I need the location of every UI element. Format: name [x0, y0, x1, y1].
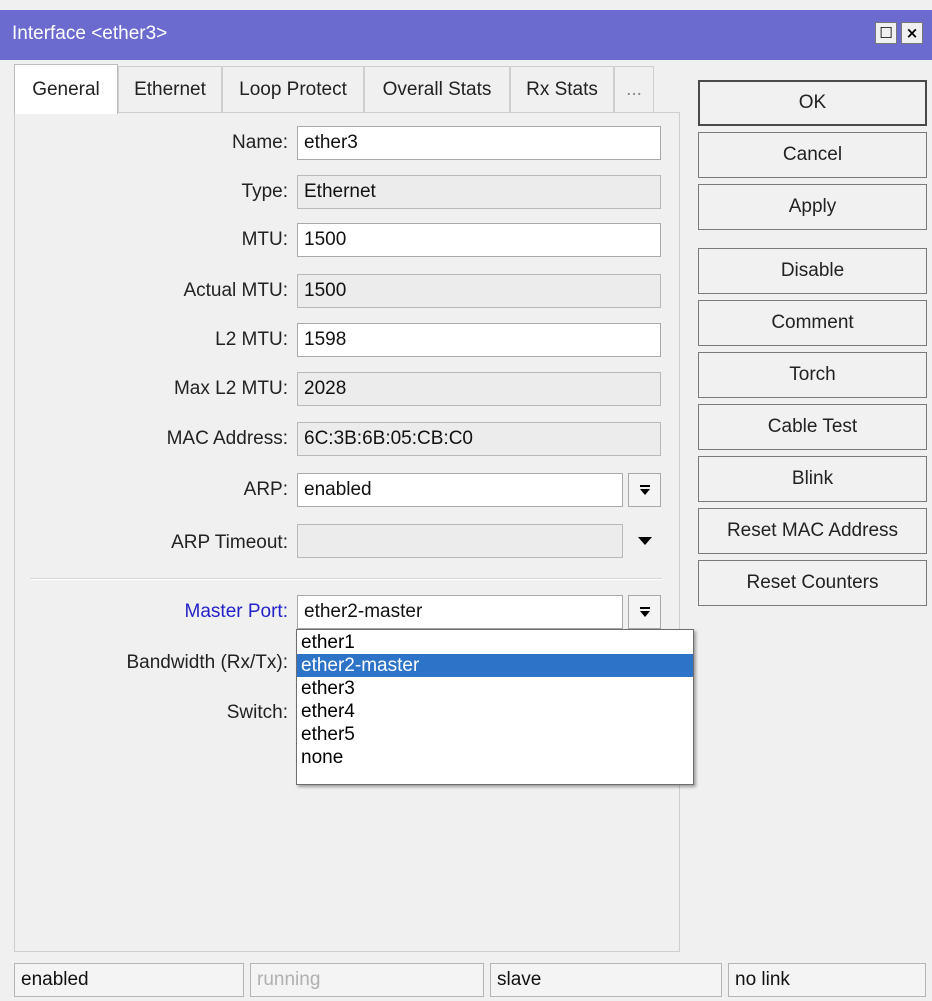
close-icon[interactable]: × — [901, 22, 923, 44]
actual-mtu-field: 1500 — [297, 274, 661, 308]
blink-button[interactable]: Blink — [698, 456, 927, 502]
arp-select[interactable]: enabled — [297, 473, 623, 507]
dropdown-option[interactable]: ether5 — [297, 723, 693, 746]
dropdown-option[interactable]: none — [297, 746, 693, 769]
max-l2-mtu-field: 2028 — [297, 372, 661, 406]
tab-ethernet[interactable]: Ethernet — [118, 66, 222, 112]
cable-test-button[interactable]: Cable Test — [698, 404, 927, 450]
comment-button[interactable]: Comment — [698, 300, 927, 346]
max-l2-mtu-label: Max L2 MTU: — [173, 378, 288, 399]
status-enabled: enabled — [14, 963, 244, 997]
actual-mtu-label: Actual MTU: — [183, 280, 288, 301]
mtu-label: MTU: — [241, 229, 288, 250]
section-divider — [30, 578, 662, 580]
tab-more[interactable]: ... — [614, 66, 654, 112]
triangle-down-icon — [637, 537, 652, 545]
master-port-label[interactable]: Master Port: — [10, 594, 288, 630]
status-running: running — [250, 963, 484, 997]
reset-counters-button[interactable]: Reset Counters — [698, 560, 927, 606]
mtu-field[interactable]: 1500 — [297, 223, 661, 257]
l2-mtu-field[interactable]: 1598 — [297, 323, 661, 357]
name-label: Name: — [232, 132, 288, 153]
status-slave: slave — [490, 963, 722, 997]
mac-address-field: 6C:3B:6B:05:CB:C0 — [297, 422, 661, 456]
reset-mac-address-button[interactable]: Reset MAC Address — [698, 508, 927, 554]
mac-address-label: MAC Address: — [166, 428, 288, 449]
type-field: Ethernet — [297, 175, 661, 209]
bandwidth-label: Bandwidth (Rx/Tx): — [126, 652, 288, 673]
switch-label: Switch: — [226, 702, 288, 723]
dropdown-option-selected[interactable]: ether2-master — [297, 654, 693, 677]
l2-mtu-label: L2 MTU: — [215, 329, 288, 350]
restore-icon[interactable]: ☐ — [875, 22, 897, 44]
dropdown-option[interactable]: ether3 — [297, 677, 693, 700]
disable-button[interactable]: Disable — [698, 248, 927, 294]
torch-button[interactable]: Torch — [698, 352, 927, 398]
tab-general[interactable]: General — [14, 64, 118, 114]
arp-timeout-field[interactable] — [297, 524, 623, 558]
title-bar: Interface <ether3> ☐ × — [0, 10, 932, 60]
arp-dropdown-button[interactable] — [628, 473, 661, 507]
dropdown-option[interactable]: ether4 — [297, 700, 693, 723]
window-title: Interface <ether3> — [12, 23, 168, 44]
tab-rx-stats[interactable]: Rx Stats — [510, 66, 614, 112]
master-port-dropdown-list: ether1 ether2-master ether3 ether4 ether… — [296, 629, 694, 785]
arp-timeout-expand-button[interactable] — [628, 524, 661, 558]
dropdown-arrow-icon — [639, 607, 650, 617]
apply-button[interactable]: Apply — [698, 184, 927, 230]
type-label: Type: — [241, 181, 288, 202]
ok-button[interactable]: OK — [698, 80, 927, 126]
arp-timeout-label: ARP Timeout: — [171, 532, 288, 553]
tab-loop-protect[interactable]: Loop Protect — [222, 66, 364, 112]
cancel-button[interactable]: Cancel — [698, 132, 927, 178]
dropdown-option[interactable]: ether1 — [297, 631, 693, 654]
status-link: no link — [728, 963, 926, 997]
arp-label: ARP: — [243, 479, 288, 500]
master-port-dropdown-button[interactable] — [628, 595, 661, 629]
tab-overall-stats[interactable]: Overall Stats — [364, 66, 510, 112]
dropdown-arrow-icon — [639, 485, 650, 495]
name-field[interactable]: ether3 — [297, 126, 661, 160]
master-port-select[interactable]: ether2-master — [297, 595, 623, 629]
